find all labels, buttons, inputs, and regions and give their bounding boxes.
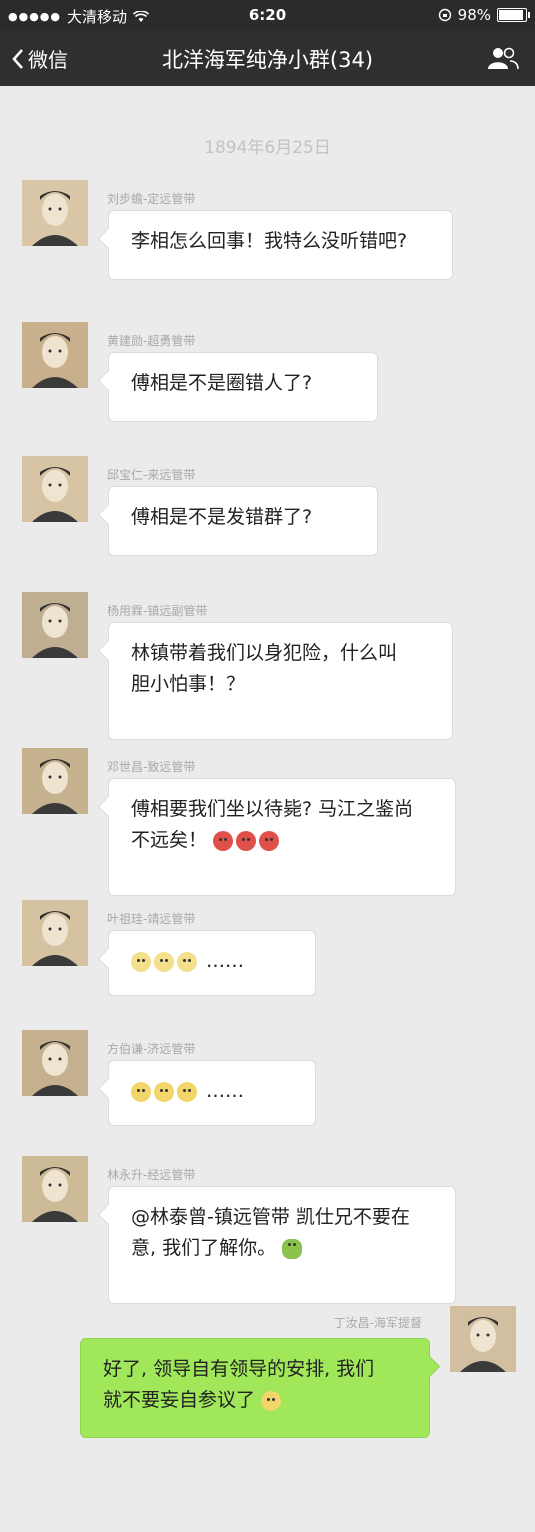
battery-icon	[497, 8, 530, 22]
avatar-qiu[interactable]	[22, 456, 88, 522]
avatar-lin[interactable]	[22, 1156, 88, 1222]
sender-name: 丁汝昌-海军提督	[333, 1316, 422, 1330]
message-text: 意, 我们了解你。	[131, 1237, 277, 1259]
chat-title: 北洋海军纯净小群(34)	[161, 48, 374, 72]
sender-name: 叶祖珪-靖远管带	[107, 912, 196, 926]
message-bubble[interactable]: 傅相要我们坐以待毙? 马江之鉴尚 不远矣！	[108, 778, 456, 896]
sweat-emoji-icon	[261, 1390, 282, 1411]
message-bubble[interactable]: @林泰曾-镇远管带 凯仕兄不要在 意, 我们了解你。	[108, 1186, 456, 1304]
sender-name: 林永升-经远管带	[107, 1168, 196, 1182]
message-text: 就不要妄自参议了	[103, 1389, 256, 1411]
sender-name: 邱宝仁-来远管带	[107, 468, 196, 482]
status-bar: ●●●●● 大清移动 6:20 98%	[0, 0, 535, 30]
message-text: ……	[200, 950, 245, 972]
pale-emoji-icon	[177, 951, 197, 972]
sender-name: 邓世昌-致远管带	[107, 760, 196, 774]
message-bubble[interactable]: 傅相是不是发错群了?	[108, 486, 378, 556]
sender-name: 黄建勋-超勇管带	[107, 334, 196, 348]
message-text: 林镇带着我们以身犯险，什么叫	[131, 642, 398, 664]
date-divider: 1894年6月25日	[204, 138, 331, 158]
rotation-lock-icon	[438, 8, 451, 22]
nav-bar: 微信 北洋海军纯净小群(34)	[0, 30, 535, 86]
sender-name: 杨用霖-镇远副管带	[107, 604, 208, 618]
avatar-ding[interactable]	[450, 1306, 516, 1372]
sweat-emoji-icon	[131, 1081, 151, 1102]
sweat-emoji-icon	[177, 1081, 197, 1102]
message-bubble[interactable]: ……	[108, 1060, 316, 1126]
message-text: 傅相是不是圈错人了?	[131, 372, 313, 394]
message-text: ……	[200, 1080, 245, 1102]
message-text: 傅相要我们坐以待毙? 马江之鉴尚	[131, 798, 414, 820]
message-bubble[interactable]: 好了, 领导自有领导的安排, 我们 就不要妄自参议了	[80, 1338, 430, 1438]
message-bubble[interactable]: 李相怎么回事！我特么没听错吧?	[108, 210, 453, 280]
battery-percent: 98%	[457, 6, 491, 24]
angry-emoji-icon	[259, 830, 280, 851]
angry-emoji-icon	[213, 830, 234, 851]
angry-emoji-icon	[236, 830, 257, 851]
pale-emoji-icon	[131, 951, 151, 972]
sender-name: 方伯谦-济远管带	[107, 1042, 196, 1056]
message-text: @林泰曾-镇远管带 凯仕兄不要在	[131, 1206, 410, 1228]
message-bubble[interactable]: 傅相是不是圈错人了?	[108, 352, 378, 422]
sender-name: 刘步蟾-定远管带	[107, 192, 196, 206]
avatar-ye[interactable]	[22, 900, 88, 966]
message-text: 胆小怕事！？	[131, 673, 246, 695]
avatar-fang[interactable]	[22, 1030, 88, 1096]
avatar-deng[interactable]	[22, 748, 88, 814]
message-bubble[interactable]: ……	[108, 930, 316, 996]
sweat-emoji-icon	[154, 1081, 174, 1102]
message-text: 李相怎么回事！我特么没听错吧?	[131, 230, 408, 252]
message-text: 不远矣！	[131, 829, 208, 851]
message-bubble[interactable]: 林镇带着我们以身犯险，什么叫 胆小怕事！？	[108, 622, 453, 740]
pale-emoji-icon	[154, 951, 174, 972]
message-text: 好了, 领导自有领导的安排, 我们	[103, 1358, 375, 1380]
frog-emoji-icon	[282, 1238, 303, 1259]
group-members-icon[interactable]	[487, 45, 519, 71]
message-text: 傅相是不是发错群了?	[131, 506, 313, 528]
avatar-liu[interactable]	[22, 180, 88, 246]
avatar-yang[interactable]	[22, 592, 88, 658]
avatar-huang[interactable]	[22, 322, 88, 388]
